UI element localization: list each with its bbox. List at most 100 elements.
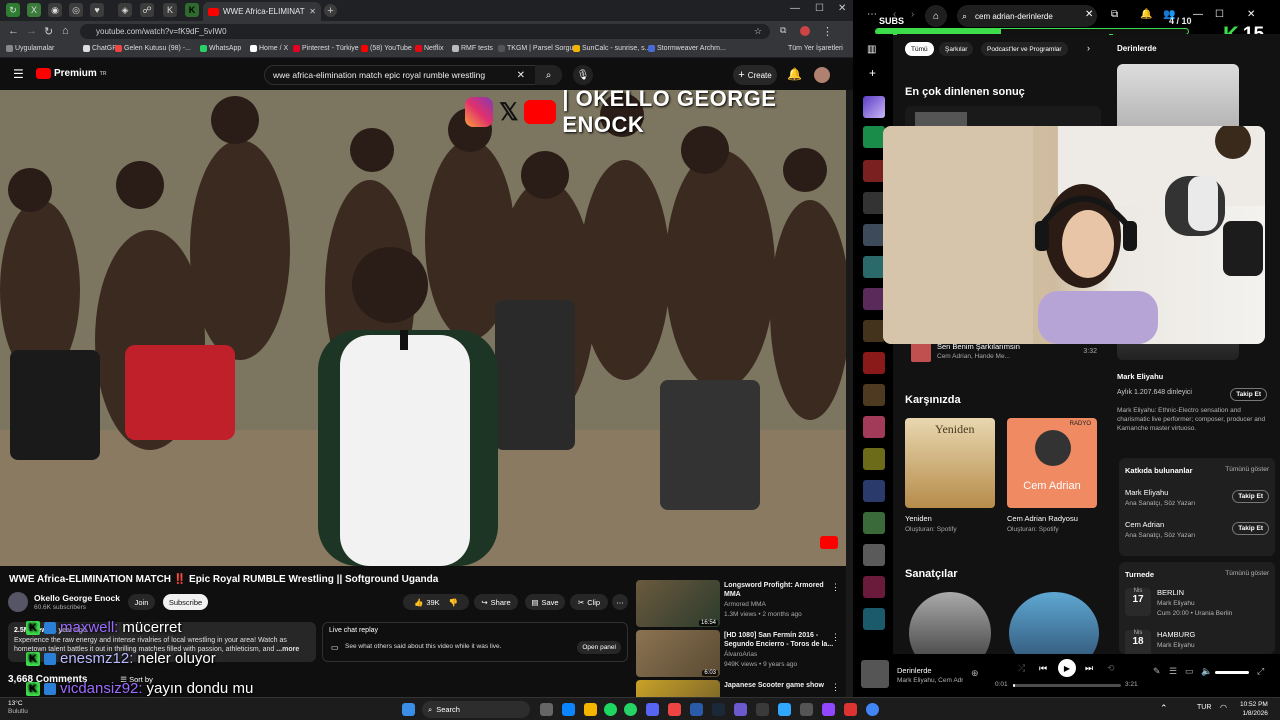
create-button[interactable]: + Create (733, 65, 777, 85)
pinned-tab-7[interactable]: ☍ (140, 3, 154, 17)
chip-podcasts[interactable]: Podcast'ler ve Programlar (981, 42, 1068, 56)
new-tab-button[interactable]: + (324, 4, 337, 17)
tour-city[interactable]: BERLIN (1157, 588, 1184, 597)
chip-songs[interactable]: Şarkılar (939, 42, 974, 56)
profile-avatar[interactable] (800, 26, 810, 36)
seek-bar[interactable] (1013, 684, 1121, 687)
start-icon[interactable] (402, 703, 415, 716)
reload-icon[interactable]: ↻ (44, 25, 53, 38)
clip-button[interactable]: ✂ Clip (570, 594, 608, 610)
bookmark-tkgm[interactable]: TKGM | Parsel Sorgu... (498, 45, 579, 52)
bookmark-suncalc[interactable]: SunCalc - sunrise, s... (573, 45, 650, 52)
notifications-bell-icon[interactable]: 🔔 (787, 67, 802, 81)
pinned-tab-6[interactable]: ◈ (118, 3, 132, 17)
related-video-1[interactable]: Longsword Profight: Armored MMA Armored … (636, 580, 846, 628)
page-scrollbar[interactable] (846, 90, 853, 697)
bookmark-stormweaver[interactable]: Stormweaver Archm... (648, 45, 726, 52)
devices-icon[interactable]: ▭ (1185, 666, 1194, 677)
tray-overflow-icon[interactable]: ⌃ (1160, 703, 1168, 714)
close-window-icon[interactable]: ✕ (838, 3, 846, 14)
app-taskbar-icon[interactable] (668, 703, 681, 716)
chips-next-icon[interactable]: › (1087, 43, 1090, 53)
playlist-thumb[interactable] (863, 288, 885, 310)
minimize-icon[interactable]: — (790, 3, 800, 14)
join-button[interactable]: Join (128, 594, 155, 610)
youtube-search-input[interactable]: wwe africa-elimination match epic royal … (264, 65, 562, 85)
related-menu-icon[interactable]: ⋮ (831, 682, 840, 693)
now-playing-title[interactable]: Derinlerde (897, 666, 932, 675)
channel-avatar[interactable] (8, 592, 28, 612)
share-button[interactable]: ↪ Share (474, 594, 518, 610)
volume-icon[interactable]: 🔈 (1201, 666, 1212, 677)
bookmark-star-icon[interactable]: ☆ (754, 26, 762, 37)
whatsapp-taskbar-icon[interactable] (624, 703, 637, 716)
playlist-thumb[interactable] (863, 416, 885, 438)
pinned-tab-4[interactable]: ◎ (69, 3, 83, 17)
credit-name[interactable]: Mark Eliyahu (1125, 488, 1168, 497)
playlist-thumb[interactable] (863, 480, 885, 502)
save-button[interactable]: ▤ Save (525, 594, 565, 610)
playlist-thumb[interactable] (863, 576, 885, 598)
video-player[interactable]: 𝕏 | OKELLO GEORGE ENOCK (0, 90, 846, 566)
queue-icon[interactable]: ☰ (1169, 666, 1177, 677)
edge-icon[interactable] (562, 703, 575, 716)
bookmark-all[interactable]: Tüm Yer İşaretleri (788, 45, 843, 52)
search-icon[interactable]: ⌕ (535, 65, 562, 85)
bookmark-apps[interactable]: Uygulamalar (6, 45, 54, 52)
extensions-icon[interactable]: ⧉ (780, 25, 786, 36)
related-menu-icon[interactable]: ⋮ (831, 582, 840, 593)
show-all-link[interactable]: Tümünü göster (1225, 570, 1269, 577)
now-playing-cover[interactable] (861, 660, 889, 688)
app-taskbar-icon[interactable] (690, 703, 703, 716)
window-close-icon[interactable]: ✕ (1247, 9, 1255, 20)
show-all-link[interactable]: Tümünü göster (1225, 466, 1269, 473)
menu-dots-icon[interactable]: ⋮ (822, 25, 833, 38)
chip-all[interactable]: Tümü (905, 42, 934, 56)
home-icon[interactable]: ⌂ (62, 25, 69, 37)
playlist-thumb[interactable] (863, 192, 885, 214)
related-menu-icon[interactable]: ⋮ (831, 632, 840, 643)
app-taskbar-icon[interactable] (800, 703, 813, 716)
card-radio[interactable]: RADYO Cem Adrian Cem Adrian Radyosu Oluş… (1007, 418, 1099, 533)
forward-icon[interactable]: → (26, 25, 37, 37)
volume-slider[interactable] (1215, 671, 1249, 674)
app-taskbar-icon[interactable] (822, 703, 835, 716)
clock[interactable]: 10:52 PM 1/8/2026 (1240, 700, 1268, 718)
playlist-thumb[interactable] (863, 224, 885, 246)
library-icon[interactable]: ▥ (867, 44, 876, 55)
youtube-logo[interactable]: Premium TR (36, 68, 106, 79)
window-minimize-icon[interactable]: — (1193, 9, 1203, 20)
pinned-tab-kick[interactable]: K (185, 3, 199, 17)
open-panel-button[interactable]: Open panel (577, 641, 621, 654)
tab-active[interactable]: WWE Africa-ELIMINATION MA ✕ (203, 2, 321, 21)
clear-search-icon[interactable]: ✕ (517, 70, 525, 81)
next-track-icon[interactable]: ⏭ (1085, 663, 1093, 674)
microphone-icon[interactable]: 🎙 (573, 65, 593, 85)
task-view-icon[interactable] (540, 703, 553, 716)
pinned-tab-2[interactable]: X (27, 3, 41, 17)
bookmark-whatsapp[interactable]: WhatsApp (200, 45, 241, 52)
description-more-link[interactable]: ...more (276, 646, 299, 653)
shuffle-icon[interactable]: ⤮ (1018, 663, 1025, 674)
related-video-3[interactable]: Japanese Scooter game show ⋮ (636, 680, 846, 697)
bookmark-netflix[interactable]: Netflix (415, 45, 443, 52)
playlist-thumb[interactable] (863, 448, 885, 470)
credit-name[interactable]: Cem Adrian (1125, 520, 1164, 529)
pinned-tab-3[interactable]: ◉ (48, 3, 62, 17)
pinned-tab-5[interactable]: ♥ (90, 3, 104, 17)
related-video-2[interactable]: [HD 1080] San Fermín 2016 - Segundo Enci… (636, 630, 846, 678)
follow-button[interactable]: Takip Et (1232, 522, 1269, 535)
fullscreen-icon[interactable]: ⤢ (1257, 666, 1264, 677)
follow-button[interactable]: Takip Et (1232, 490, 1269, 503)
network-icon[interactable]: ◠ (1220, 703, 1227, 712)
playlist-thumb[interactable] (863, 384, 885, 406)
app-taskbar-icon[interactable] (734, 703, 747, 716)
maximize-icon[interactable]: ☐ (815, 3, 824, 14)
bookmark-youtube[interactable]: (58) YouTube (361, 45, 412, 52)
more-actions-icon[interactable]: ⋯ (612, 594, 628, 610)
bookmark-pinterest[interactable]: Pinterest - Türkiye (293, 45, 359, 52)
lyrics-icon[interactable]: ✎ (1153, 666, 1161, 677)
hamburger-menu-icon[interactable]: ☰ (13, 67, 24, 81)
playlist-thumb[interactable] (863, 352, 885, 374)
follow-button[interactable]: Takip Et (1230, 388, 1267, 401)
